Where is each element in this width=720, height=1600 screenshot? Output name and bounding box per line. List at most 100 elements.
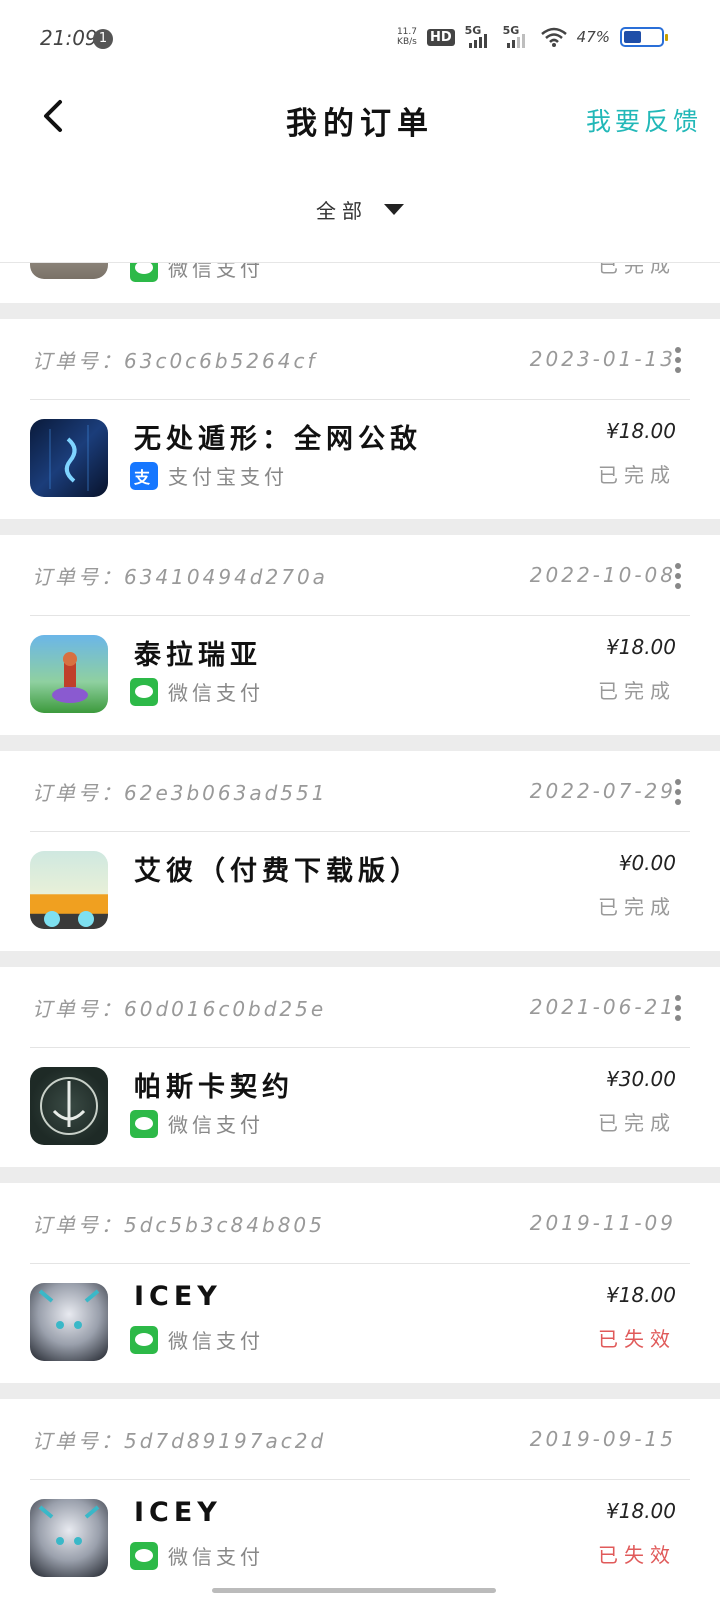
status-bar: 21:09 1 11.7 KB/s HD 5G 5G 47% (0, 0, 720, 80)
order-header: 订单号：62e3b063ad551 2022-07-29 (32, 773, 676, 809)
order-price: ¥18.00 (606, 1283, 676, 1307)
more-options-icon[interactable] (672, 995, 684, 1023)
status-icons: 11.7 KB/s HD 5G 5G 47% (397, 24, 668, 48)
order-card[interactable]: 订单号：60d016c0bd25e 2021-06-21 帕斯卡契约 微信支付 … (0, 967, 720, 1167)
order-date: 2019-09-15 (529, 1427, 676, 1451)
card-divider (30, 1263, 690, 1264)
app-name: 无处遁形：全网公敌 (134, 424, 422, 455)
payment-method: 微信支付 (130, 1325, 264, 1354)
order-card-partial[interactable]: 微信支付 已完成 (0, 263, 720, 303)
card-gap (0, 1383, 720, 1399)
order-date: 2019-11-09 (529, 1211, 676, 1235)
order-status: 已失效 (598, 1543, 676, 1567)
payment-method: 微信支付 (130, 1109, 264, 1138)
order-date: 2021-06-21 (529, 995, 676, 1019)
order-price: ¥18.00 (606, 419, 676, 443)
order-date: 2023-01-13 (529, 347, 676, 371)
order-card[interactable]: 订单号：62e3b063ad551 2022-07-29 艾彼（付费下载版） ¥… (0, 751, 720, 951)
more-options-icon[interactable] (672, 347, 684, 375)
card-divider (30, 615, 690, 616)
feedback-link[interactable]: 我要反馈 (586, 102, 702, 138)
payment-label: 微信支付 (168, 1329, 264, 1353)
nav-bar: 我的订单 我要反馈 (0, 80, 720, 160)
order-number: 订单号：62e3b063ad551 (32, 780, 328, 805)
order-number: 订单号：60d016c0bd25e (32, 996, 327, 1021)
app-name: 帕斯卡契约 (134, 1072, 294, 1103)
order-date: 2022-07-29 (529, 779, 676, 803)
wechat-pay-icon (130, 1109, 158, 1138)
wechat-pay-icon (130, 1325, 158, 1354)
net-speed: 11.7 KB/s (397, 27, 417, 47)
app-icon[interactable] (30, 1067, 108, 1145)
wechat-pay-icon (130, 263, 158, 282)
app-name: ICEY (134, 1497, 222, 1528)
order-list[interactable]: 微信支付 已完成 订单号：63c0c6b5264cf 2023-01-13 无处… (0, 263, 720, 1600)
payment-method: 微信支付 (130, 1541, 264, 1570)
order-status: 已完成 (598, 1111, 676, 1135)
caret-down-icon (384, 204, 404, 215)
home-indicator[interactable] (212, 1588, 496, 1593)
order-header: 订单号：5dc5b3c84b805 2019-11-09 (32, 1205, 676, 1241)
alipay-icon: 支 (130, 461, 158, 490)
card-divider (30, 1047, 690, 1048)
payment-label: 微信支付 (168, 681, 264, 705)
card-gap (0, 1167, 720, 1183)
app-icon[interactable] (30, 635, 108, 713)
app-name: ICEY (134, 1281, 222, 1312)
more-options-icon[interactable] (672, 563, 684, 591)
hd-icon: HD (426, 28, 455, 46)
app-icon[interactable] (30, 1499, 108, 1577)
app-icon[interactable] (30, 1283, 108, 1361)
wechat-pay-icon (130, 677, 158, 706)
order-number: 订单号：5dc5b3c84b805 (32, 1212, 325, 1237)
order-status: 已完成 (598, 463, 676, 487)
card-gap (0, 519, 720, 535)
app-name: 泰拉瑞亚 (134, 640, 262, 671)
order-card[interactable]: 订单号：5d7d89197ac2d 2019-09-15 ICEY 微信支付 ¥… (0, 1399, 720, 1599)
app-icon[interactable] (30, 419, 108, 497)
order-number: 订单号：63410494d270a (32, 564, 328, 589)
filter-dropdown[interactable]: 全部 (0, 195, 720, 245)
payment-label: 支付宝支付 (168, 465, 288, 489)
order-date: 2022-10-08 (529, 563, 676, 587)
signal-label-1: 5G (464, 24, 482, 37)
app-name: 艾彼（付费下载版） (134, 856, 422, 887)
net-speed-unit: KB/s (397, 37, 417, 47)
order-header: 订单号：5d7d89197ac2d 2019-09-15 (32, 1421, 676, 1457)
order-number: 订单号：5d7d89197ac2d (32, 1428, 327, 1453)
payment-label: 微信支付 (168, 263, 264, 281)
signal-icon-1: 5G (464, 24, 493, 48)
notification-badge: 1 (93, 29, 113, 49)
battery-fill (624, 31, 641, 43)
signal-label-2: 5G (502, 24, 520, 37)
order-card[interactable]: 订单号：5dc5b3c84b805 2019-11-09 ICEY 微信支付 ¥… (0, 1183, 720, 1383)
payment-label: 微信支付 (168, 1113, 264, 1137)
app-icon (30, 263, 108, 279)
payment-method: 微信支付 (130, 677, 264, 706)
order-price: ¥0.00 (618, 851, 676, 875)
payment-method: 微信支付 (130, 263, 264, 282)
order-card[interactable]: 订单号：63c0c6b5264cf 2023-01-13 无处遁形：全网公敌 支… (0, 319, 720, 519)
card-gap (0, 951, 720, 967)
card-gap (0, 303, 720, 319)
battery-icon (620, 27, 668, 47)
order-price: ¥30.00 (606, 1067, 676, 1091)
card-divider (30, 1479, 690, 1480)
filter-label: 全部 (316, 199, 368, 223)
order-number: 订单号：63c0c6b5264cf (32, 348, 318, 373)
net-speed-value: 11.7 (396, 27, 417, 37)
order-status: 已失效 (598, 1327, 676, 1351)
app-icon[interactable] (30, 851, 108, 929)
order-card[interactable]: 订单号：63410494d270a 2022-10-08 泰拉瑞亚 微信支付 ¥… (0, 535, 720, 735)
order-header: 订单号：60d016c0bd25e 2021-06-21 (32, 989, 676, 1025)
card-gap (0, 735, 720, 751)
order-status: 已完成 (598, 895, 676, 919)
battery-percent: 47% (576, 28, 610, 46)
order-header: 订单号：63410494d270a 2022-10-08 (32, 557, 676, 593)
payment-method: 支 支付宝支付 (130, 461, 288, 490)
payment-label: 微信支付 (168, 1545, 264, 1569)
more-options-icon[interactable] (672, 779, 684, 807)
wifi-icon (540, 27, 567, 47)
card-divider (30, 399, 690, 400)
order-header: 订单号：63c0c6b5264cf 2023-01-13 (32, 341, 676, 377)
